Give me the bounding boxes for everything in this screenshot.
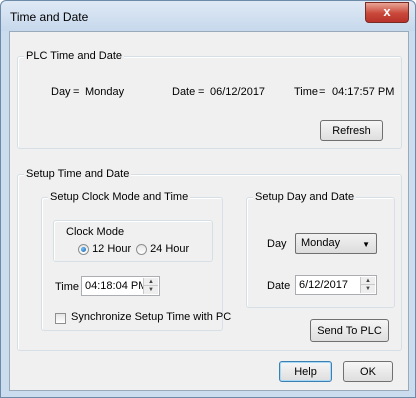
refresh-button[interactable]: Refresh <box>320 120 383 141</box>
day-select-value: Monday <box>301 237 341 249</box>
ok-button[interactable]: OK <box>343 361 393 382</box>
setup-time-label: Time <box>55 281 80 293</box>
spin-up-icon[interactable]: ▲ <box>144 278 158 286</box>
setup-time-field[interactable]: 04:18:04 PM ▲ ▼ <box>81 276 160 296</box>
sync-checkbox-label: Synchronize Setup Time with PC <box>71 311 232 323</box>
close-icon: x <box>383 4 391 19</box>
plc-time-value: 04:17:57 PM <box>332 86 395 98</box>
radio-24-hour-indicator[interactable] <box>136 243 147 255</box>
radio-12-hour[interactable]: 12 Hour <box>78 243 131 255</box>
setup-date-value: 6/12/2017 <box>299 279 348 291</box>
radio-12-hour-label: 12 Hour <box>92 243 132 256</box>
clock-group-title: Setup Clock Mode and Time <box>48 191 191 203</box>
plc-time-date-group: PLC Time and Date Day = Monday Date = 06… <box>17 50 402 149</box>
plc-date-label: Date <box>172 86 196 98</box>
setup-day-label: Day <box>267 238 287 250</box>
plc-group-title: PLC Time and Date <box>24 50 124 62</box>
window-title: Time and Date <box>10 10 89 24</box>
dialog-client-area: PLC Time and Date Day = Monday Date = 06… <box>9 31 409 391</box>
plc-day-equals: = <box>73 86 80 98</box>
title-bar[interactable]: Time and Date x <box>1 1 415 31</box>
spin-down-icon[interactable]: ▼ <box>144 286 158 294</box>
help-button[interactable]: Help <box>279 361 332 382</box>
plc-date-value: 06/12/2017 <box>210 86 266 98</box>
setup-time-value: 04:18:04 PM <box>85 280 148 292</box>
day-date-group: Setup Day and Date Day Monday ▼ Date 6/1… <box>246 191 395 308</box>
clock-mode-time-group: Setup Clock Mode and Time Clock Mode 12 … <box>41 191 231 331</box>
radio-24-hour-label: 24 Hour <box>150 243 190 256</box>
plc-date-equals: = <box>198 86 205 98</box>
send-to-plc-button[interactable]: Send To PLC <box>310 319 389 342</box>
plc-day-value: Monday <box>85 86 125 98</box>
plc-time-label: Time <box>294 86 319 98</box>
chevron-down-icon: ▼ <box>362 240 370 249</box>
setup-date-label: Date <box>267 280 291 292</box>
sync-checkbox[interactable] <box>55 313 66 324</box>
time-spinner[interactable]: ▲ ▼ <box>143 278 158 294</box>
radio-24-hour[interactable]: 24 Hour <box>136 243 189 255</box>
setup-group-title: Setup Time and Date <box>24 168 132 180</box>
day-select[interactable]: Monday ▼ <box>295 233 377 254</box>
dialog-window: Time and Date x PLC Time and Date Day = … <box>0 0 416 398</box>
day-date-group-title: Setup Day and Date <box>253 191 357 203</box>
plc-time-equals: = <box>319 86 326 98</box>
clock-mode-title: Clock Mode <box>66 226 125 238</box>
setup-time-date-group: Setup Time and Date Setup Clock Mode and… <box>17 168 402 351</box>
plc-day-label: Day <box>51 86 71 98</box>
spin-up-icon[interactable]: ▲ <box>361 277 375 285</box>
setup-date-field[interactable]: 6/12/2017 ▲ ▼ <box>295 275 377 295</box>
date-spinner[interactable]: ▲ ▼ <box>360 277 375 293</box>
clock-mode-group: Clock Mode 12 Hour 24 Hour <box>53 220 213 262</box>
close-button[interactable]: x <box>365 2 409 23</box>
radio-12-hour-indicator[interactable] <box>78 243 89 255</box>
spin-down-icon[interactable]: ▼ <box>361 285 375 293</box>
